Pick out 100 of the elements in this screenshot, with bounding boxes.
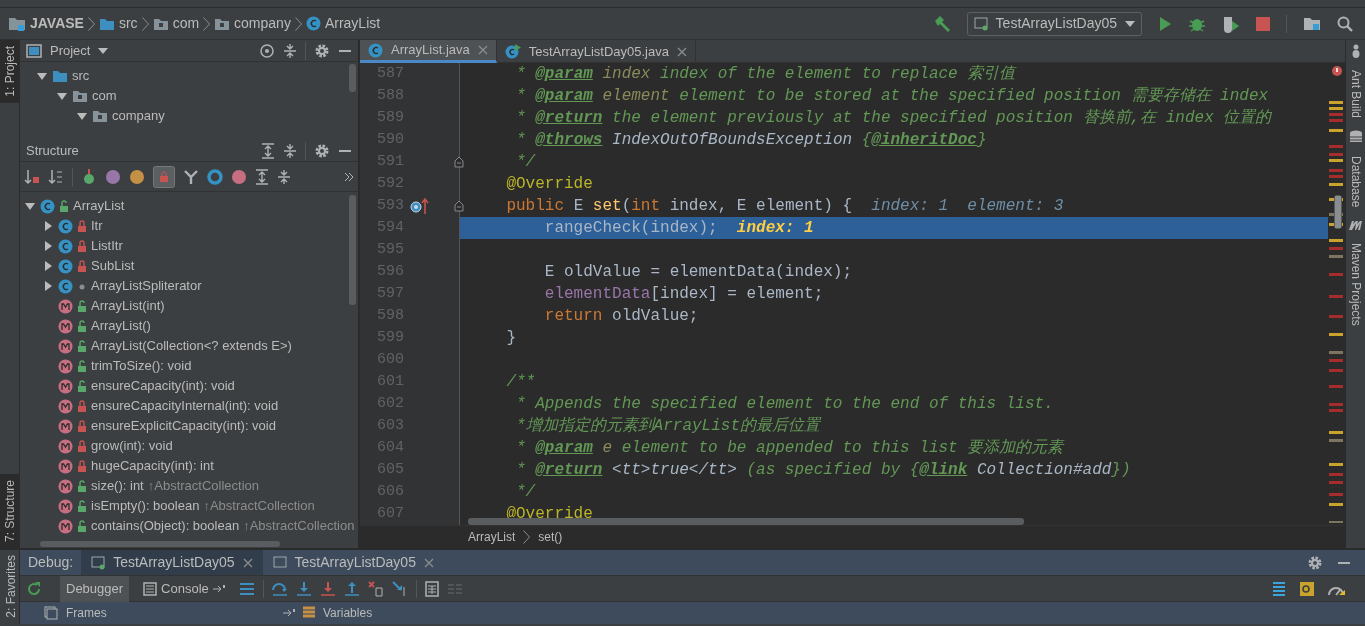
debug-tab[interactable]: Debugger	[60, 575, 130, 602]
lock-icon[interactable]	[153, 165, 175, 188]
tree-item[interactable]: ArrayList(Collection<? extends E>)	[91, 336, 292, 356]
scrollbar-thumb[interactable]	[468, 518, 1024, 525]
tree-item[interactable]: ensureExplicitCapacity(int): void	[91, 416, 276, 436]
step-over-icon[interactable]	[271, 580, 288, 597]
breadcrumb-link[interactable]: com	[172, 13, 200, 34]
collapse-arrow-icon[interactable]	[36, 70, 48, 82]
collapse-all-icon[interactable]	[277, 168, 291, 185]
breadcrumb-link[interactable]: JAVASE	[30, 13, 84, 34]
step-into-icon[interactable]	[295, 580, 312, 597]
tree-item[interactable]: ArrayList(int)	[91, 296, 165, 316]
threads-icon[interactable]	[238, 580, 255, 597]
tool-window-button[interactable]: 1: Project	[0, 40, 19, 103]
tool-window-button[interactable]: Database	[1344, 152, 1365, 212]
rerun-icon[interactable]	[26, 580, 42, 597]
inspect-icon[interactable]	[1299, 580, 1315, 597]
scrollbar-thumb[interactable]	[1334, 195, 1342, 229]
sort-alphabetically-icon[interactable]	[48, 168, 64, 185]
circle-icon[interactable]	[207, 168, 223, 185]
expand-all-icon[interactable]	[261, 142, 275, 159]
close-icon[interactable]	[477, 45, 488, 55]
tool-window-button[interactable]: Maven Projects	[1344, 239, 1365, 331]
fold-marker-icon[interactable]	[454, 156, 464, 168]
session-tab[interactable]: TestArrayListDay05	[262, 550, 444, 575]
caret-icon[interactable]	[98, 47, 109, 54]
search-icon[interactable]	[1337, 15, 1353, 32]
stop-icon[interactable]	[1256, 16, 1270, 31]
drop-frame-icon[interactable]	[367, 580, 384, 597]
code-token: @Override	[505, 505, 593, 523]
run-icon[interactable]	[1158, 15, 1172, 32]
tree-item[interactable]: Itr	[91, 216, 103, 236]
file-tab[interactable]: ArrayList.java	[360, 40, 497, 63]
code-token: public	[505, 197, 565, 215]
settings-icon[interactable]	[314, 42, 330, 59]
expand-arrow-icon[interactable]	[42, 220, 54, 232]
collapse-arrow-icon[interactable]	[24, 200, 36, 212]
pin-icon[interactable]	[283, 609, 295, 617]
locate-icon[interactable]	[259, 42, 275, 59]
file-tab[interactable]: TestArrayListDay05.java	[496, 40, 696, 63]
tree-item[interactable]: size(): int	[91, 476, 144, 496]
tree-item[interactable]: hugeCapacity(int): int	[91, 456, 214, 476]
breakpoint-icon[interactable]	[410, 197, 430, 215]
run-configuration-dropdown[interactable]: TestArrayListDay05	[966, 11, 1142, 36]
settings-icon[interactable]	[314, 142, 330, 159]
breadcrumb-link[interactable]: src	[118, 13, 138, 34]
debug-tab[interactable]: Console	[137, 575, 231, 602]
close-icon[interactable]	[676, 46, 687, 57]
settings-icon[interactable]	[1307, 554, 1323, 571]
more-icon[interactable]	[344, 171, 354, 182]
tree-item[interactable]: ensureCapacityInternal(int): void	[91, 396, 279, 416]
tree-item[interactable]: contains(Object): boolean	[91, 516, 240, 536]
tree-item[interactable]: ensureCapacity(int): void	[91, 376, 235, 396]
tool-window-button[interactable]: 7: Structure	[0, 473, 19, 548]
expand-arrow-icon[interactable]	[42, 280, 54, 292]
expand-arrow-icon[interactable]	[42, 260, 54, 272]
step-out-icon[interactable]	[343, 580, 360, 597]
breadcrumb-link[interactable]: ArrayList	[468, 528, 516, 546]
scrollbar-thumb[interactable]	[349, 195, 356, 305]
tree-item[interactable]: ArrayList()	[91, 316, 151, 336]
tree-item[interactable]: grow(int): void	[91, 436, 173, 456]
coverage-icon[interactable]	[1222, 14, 1240, 33]
tool-window-button[interactable]: 2: Favorites	[0, 549, 19, 624]
tree-item[interactable]: src	[72, 66, 90, 86]
tree-item[interactable]: company	[112, 106, 165, 126]
session-tab[interactable]: TestArrayListDay05	[81, 550, 263, 575]
breadcrumb-link[interactable]: company	[234, 13, 291, 34]
collapse-all-icon[interactable]	[283, 142, 297, 159]
hammer-icon[interactable]	[932, 14, 951, 33]
run-to-cursor-icon[interactable]	[391, 580, 408, 597]
collapse-all-icon[interactable]	[283, 42, 297, 59]
view-selector[interactable]: Project	[50, 40, 91, 61]
collapse-arrow-icon[interactable]	[76, 110, 88, 122]
code-token: }	[505, 329, 516, 347]
close-icon[interactable]	[423, 557, 434, 568]
force-step-into-icon[interactable]	[319, 580, 336, 597]
breadcrumb-link[interactable]: set()	[538, 528, 563, 546]
expand-all-icon[interactable]	[255, 168, 269, 185]
calculator-icon[interactable]	[424, 580, 439, 597]
project-structure-icon[interactable]	[1303, 15, 1321, 32]
tree-item[interactable]: com	[92, 86, 117, 106]
panel-title: Variables	[323, 605, 373, 622]
scrollbar-thumb[interactable]	[349, 64, 356, 92]
restore-layout-icon[interactable]	[1271, 580, 1287, 597]
tree-item[interactable]: ListItr	[91, 236, 123, 256]
tool-window-button[interactable]: Ant Build	[1344, 66, 1365, 123]
tree-item[interactable]: trimToSize(): void	[91, 356, 192, 376]
close-icon[interactable]	[242, 557, 253, 568]
scrollbar-thumb[interactable]	[40, 541, 280, 547]
tree-item[interactable]: ArrayListSpliterator	[91, 276, 202, 296]
expand-arrow-icon[interactable]	[42, 240, 54, 252]
tree-item[interactable]: ArrayList	[73, 196, 125, 216]
tree-item[interactable]: SubList	[91, 256, 135, 276]
sort-visibility-icon[interactable]	[24, 168, 40, 185]
code-token: elementData	[543, 285, 651, 303]
tree-item[interactable]: isEmpty(): boolean	[91, 496, 200, 516]
variables-icon	[303, 606, 315, 620]
fold-marker-icon[interactable]	[454, 200, 464, 212]
breadcrumb-link[interactable]: ArrayList	[324, 13, 381, 34]
collapse-arrow-icon[interactable]	[56, 90, 68, 102]
